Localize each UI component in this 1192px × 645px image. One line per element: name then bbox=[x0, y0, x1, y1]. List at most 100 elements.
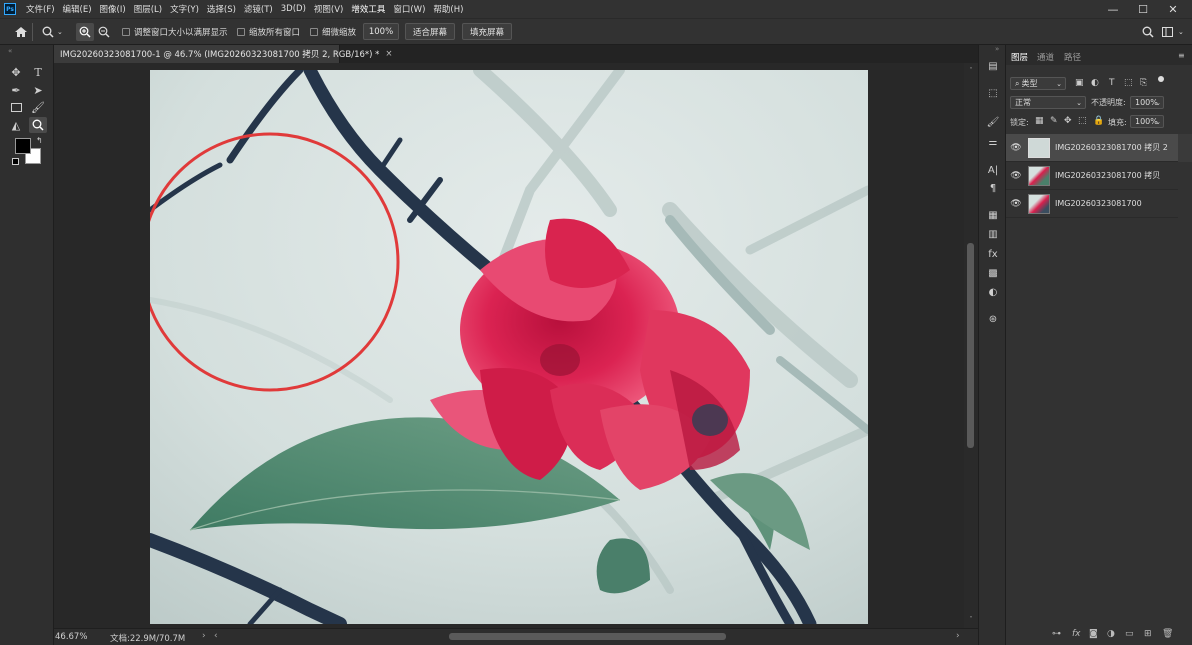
move-tool[interactable]: ✥ bbox=[7, 64, 25, 80]
layer-row-copy[interactable]: 👁 IMG20260323081700 拷贝 bbox=[1006, 162, 1178, 190]
restore-button[interactable]: ☐ bbox=[1128, 0, 1158, 18]
zoom-tool-preset[interactable]: ⌄ bbox=[42, 19, 63, 45]
horizontal-scroll-thumb[interactable] bbox=[449, 633, 726, 640]
fit-screen-button[interactable]: 适合屏幕 bbox=[405, 23, 455, 40]
swatches-panel-icon[interactable]: ▩ bbox=[985, 266, 1001, 280]
gradient-panel-icon[interactable]: ▥ bbox=[985, 227, 1001, 241]
layer-row-original[interactable]: 👁 IMG20260323081700 bbox=[1006, 190, 1178, 218]
pen-tool[interactable]: ✒ bbox=[7, 82, 25, 98]
tab-layers[interactable]: 图层 bbox=[1011, 51, 1028, 63]
minimize-button[interactable]: — bbox=[1098, 0, 1128, 18]
tab-paths[interactable]: 路径 bbox=[1064, 51, 1081, 63]
vertical-scroll-thumb[interactable] bbox=[967, 243, 974, 448]
collapse-arrows-icon[interactable]: » bbox=[995, 45, 999, 53]
visibility-eye-icon[interactable]: 👁 bbox=[1006, 171, 1026, 181]
fx-icon[interactable]: fx bbox=[1072, 629, 1081, 639]
mask-icon[interactable]: ◙ bbox=[1089, 629, 1098, 639]
history-panel-icon[interactable]: ▤ bbox=[985, 59, 1001, 73]
filter-toggle-icon[interactable] bbox=[1158, 76, 1164, 82]
new-layer-icon[interactable]: ⊞ bbox=[1144, 629, 1152, 639]
menu-select[interactable]: 选择(S) bbox=[203, 3, 240, 15]
paths-panel-icon[interactable]: ⬚ bbox=[985, 86, 1001, 100]
zoom-tool[interactable] bbox=[29, 117, 47, 133]
adjustments-panel-icon[interactable]: ◐ bbox=[985, 285, 1001, 299]
menu-plugins[interactable]: 增效工具 bbox=[347, 3, 389, 15]
visibility-eye-icon[interactable]: 👁 bbox=[1006, 143, 1026, 153]
layer-name[interactable]: IMG20260323081700 bbox=[1055, 199, 1142, 208]
scroll-up-icon[interactable]: ˄ bbox=[966, 67, 976, 74]
brush-tool[interactable]: 🖌 bbox=[29, 99, 47, 115]
menu-3d[interactable]: 3D(D) bbox=[277, 4, 310, 14]
document-canvas[interactable] bbox=[150, 70, 868, 624]
brush-panel-icon[interactable]: 🖌 bbox=[985, 115, 1001, 129]
menu-file[interactable]: 文件(F) bbox=[22, 3, 59, 15]
foreground-color-swatch[interactable] bbox=[15, 138, 31, 154]
paragraph-panel-icon[interactable]: ¶ bbox=[985, 181, 1001, 195]
document-tab[interactable]: IMG20260323081700-1 @ 46.7% (IMG20260323… bbox=[54, 45, 393, 63]
status-menu-arrow[interactable]: › bbox=[202, 631, 206, 641]
zoom-level[interactable]: 46.67% bbox=[55, 632, 87, 642]
layer-name[interactable]: IMG20260323081700 拷贝 bbox=[1055, 170, 1160, 181]
close-tab-icon[interactable]: × bbox=[385, 49, 392, 59]
canvas-area[interactable] bbox=[54, 63, 964, 628]
vertical-scrollbar[interactable]: ˄ ˅ bbox=[964, 63, 978, 628]
tab-channels[interactable]: 通道 bbox=[1037, 51, 1054, 63]
zoom-percent-field[interactable]: 100% bbox=[363, 23, 399, 40]
filter-smart-object-icon[interactable]: ⎘ bbox=[1140, 78, 1147, 88]
collapse-arrows-icon[interactable]: « bbox=[8, 47, 12, 55]
fill-field[interactable]: 100% ⌄ bbox=[1130, 115, 1164, 128]
zoom-out-button[interactable] bbox=[98, 19, 110, 45]
panel-menu-icon[interactable]: ≡ bbox=[1178, 51, 1185, 60]
rectangle-tool[interactable] bbox=[7, 99, 25, 115]
menu-type[interactable]: 文字(Y) bbox=[166, 3, 203, 15]
filter-kind-dropdown[interactable]: ⌕ 类型 ⌄ bbox=[1010, 77, 1066, 90]
swap-colors-icon[interactable]: ↰ bbox=[36, 136, 43, 145]
group-icon[interactable]: ▭ bbox=[1125, 629, 1134, 639]
lock-artboard-icon[interactable]: ⬚ bbox=[1078, 116, 1087, 126]
menu-window[interactable]: 窗口(W) bbox=[389, 3, 429, 15]
home-button[interactable] bbox=[14, 19, 28, 45]
trash-icon[interactable]: 🗑 bbox=[1162, 629, 1173, 639]
menu-view[interactable]: 视图(V) bbox=[310, 3, 347, 15]
layer-row-copy-2[interactable]: 👁 IMG20260323081700 拷贝 2 bbox=[1006, 134, 1178, 162]
character-panel-icon[interactable]: A| bbox=[985, 163, 1001, 177]
scroll-right-icon[interactable]: › bbox=[956, 631, 960, 641]
link-icon[interactable]: ⊶ bbox=[1052, 629, 1061, 639]
scrubby-zoom-checkbox[interactable]: 细微缩放 bbox=[310, 19, 356, 45]
menu-layer[interactable]: 图层(L) bbox=[130, 3, 166, 15]
styles-fx-icon[interactable]: fx bbox=[985, 247, 1001, 261]
filter-adjustment-icon[interactable]: ◐ bbox=[1091, 78, 1099, 88]
menu-image[interactable]: 图像(I) bbox=[96, 3, 130, 15]
resize-windows-checkbox[interactable]: 调整窗口大小以满屏显示 bbox=[122, 19, 228, 45]
lock-image-icon[interactable]: ✎ bbox=[1050, 116, 1058, 126]
table-panel-icon[interactable]: ▦ bbox=[985, 208, 1001, 222]
zoom-in-button[interactable] bbox=[76, 23, 94, 41]
path-selection-tool[interactable]: ➤ bbox=[29, 82, 47, 98]
zoom-all-checkbox[interactable]: 缩放所有窗口 bbox=[237, 19, 300, 45]
visibility-eye-icon[interactable]: 👁 bbox=[1006, 199, 1026, 209]
lock-all-icon[interactable]: 🔒 bbox=[1093, 116, 1104, 126]
menu-edit[interactable]: 编辑(E) bbox=[59, 3, 96, 15]
brush-settings-icon[interactable]: ⚌ bbox=[985, 135, 1001, 149]
scroll-down-icon[interactable]: ˅ bbox=[966, 616, 976, 623]
lock-position-icon[interactable]: ✥ bbox=[1064, 116, 1072, 126]
search-button[interactable] bbox=[1142, 19, 1154, 45]
default-colors-icon[interactable] bbox=[12, 158, 19, 165]
filter-type-icon[interactable]: T bbox=[1109, 78, 1115, 88]
layer-name[interactable]: IMG20260323081700 拷贝 2 bbox=[1055, 142, 1168, 153]
blend-mode-dropdown[interactable]: 正常 ⌄ bbox=[1010, 96, 1086, 109]
adjustment-icon[interactable]: ◑ bbox=[1107, 629, 1115, 639]
type-tool[interactable]: T bbox=[29, 64, 47, 80]
opacity-field[interactable]: 100% ⌄ bbox=[1130, 96, 1164, 109]
filter-pixel-icon[interactable]: ▣ bbox=[1075, 78, 1084, 88]
filter-shape-icon[interactable]: ⬚ bbox=[1124, 78, 1133, 88]
menu-help[interactable]: 帮助(H) bbox=[429, 3, 467, 15]
scroll-left-icon[interactable]: ‹ bbox=[214, 631, 218, 641]
close-window-button[interactable]: ✕ bbox=[1158, 0, 1188, 18]
fill-screen-button[interactable]: 填充屏幕 bbox=[462, 23, 512, 40]
3d-panel-icon[interactable]: ⊛ bbox=[985, 312, 1001, 326]
workspace-button[interactable]: ⌄ bbox=[1162, 19, 1184, 45]
eraser-tool[interactable]: ◭ bbox=[7, 117, 25, 133]
lock-transparent-icon[interactable]: ▦ bbox=[1035, 116, 1044, 126]
menu-filter[interactable]: 滤镜(T) bbox=[240, 3, 277, 15]
